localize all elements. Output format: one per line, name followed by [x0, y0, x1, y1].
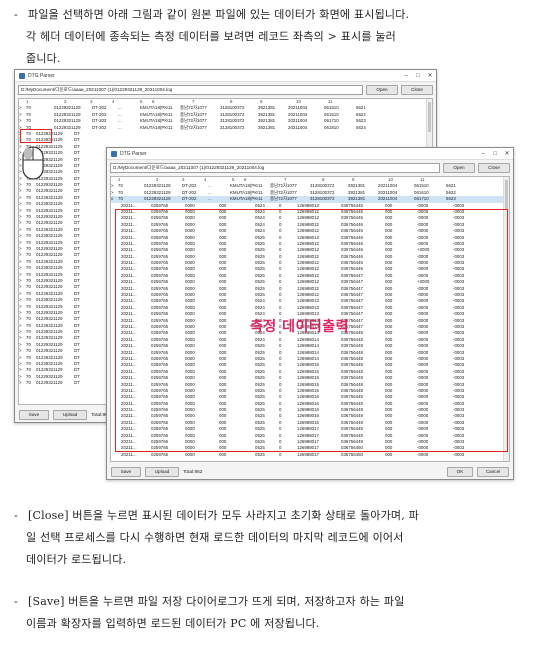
total-count: Total:862 — [183, 469, 203, 475]
table-cell: KMUTA18(PKCO... — [140, 124, 168, 130]
table-cell: 충남72자1077 — [180, 124, 207, 130]
scroll-thumb[interactable] — [428, 102, 431, 132]
path-bar: D:/MyDocument/다운로드/aaaa_20211007 (1)/012… — [107, 160, 513, 176]
minimize-icon[interactable]: – — [400, 73, 412, 79]
ok-button[interactable]: OK — [447, 467, 473, 477]
table-cell: 000 — [219, 451, 227, 457]
expand-toggle-icon[interactable]: v — [111, 196, 118, 202]
table-cell: ... — [118, 124, 122, 130]
minimize-icon[interactable]: – — [477, 151, 489, 157]
mouse-icon — [22, 146, 44, 180]
table-cell: 0259765 — [151, 451, 169, 457]
table-cell: DT — [74, 380, 80, 386]
paragraph-line: 파일을 선택하면 아래 그림과 같이 원본 파일에 있는 데이터가 화면에 표시… — [28, 8, 410, 21]
table-cell: 000 — [385, 451, 393, 457]
close-window-icon[interactable]: ✕ — [501, 150, 513, 157]
upload-button[interactable]: Upload — [145, 467, 179, 477]
table-cell: 70 — [26, 380, 31, 386]
open-button[interactable]: Open — [443, 163, 475, 173]
maximize-icon[interactable]: □ — [489, 151, 501, 157]
table-cell: 11 — [168, 124, 173, 130]
window-title: DTG Parser — [28, 72, 55, 79]
close-button[interactable]: Close — [478, 163, 510, 173]
bottom-bar: Save Upload Total:862 OK Cancel — [107, 465, 513, 479]
bullet-dash: - — [14, 8, 18, 21]
close-button[interactable]: Close — [401, 85, 433, 95]
table-cell: 20211... — [121, 451, 137, 457]
expand-row-marker — [20, 129, 52, 143]
table-cell: 061810 — [324, 124, 339, 130]
cancel-button[interactable]: Cancel — [477, 467, 509, 477]
table-cell: 0000 — [185, 451, 195, 457]
paragraph-line: 데이터가 로드됩니다. — [26, 553, 127, 566]
close-button-explanation: - [Close] 버튼을 누르면 표시된 데이터가 모두 사라지고 초기화 상태… — [14, 505, 519, 571]
table-cell: DT-202 — [92, 124, 107, 130]
paragraph-line: 이름과 확장자를 입력하면 로드된 데이터가 PC 에 저장됩니다. — [26, 617, 320, 630]
bullet-dash: - — [14, 509, 18, 522]
paragraph-line: [Save] 버튼을 누르면 파일 저장 다이어로그가 뜨게 되며, 저장하고자… — [28, 595, 405, 608]
save-button[interactable]: Save — [111, 467, 141, 477]
paragraph-line: [Close] 버튼을 누르면 표시된 데이터가 모두 사라지고 초기화 상태로… — [28, 509, 419, 522]
table-cell: 5624 — [356, 124, 366, 130]
upload-button[interactable]: Upload — [53, 410, 87, 420]
title-bar: DTG Parser – □ ✕ — [107, 148, 513, 160]
app-icon — [111, 150, 117, 157]
save-button-explanation: - [Save] 버튼을 누르면 파일 저장 다이어로그가 뜨게 되며, 저장하고… — [14, 591, 519, 635]
instruction-paragraph-top: - 파일을 선택하면 아래 그림과 같이 원본 파일에 있는 데이터가 화면에 표… — [14, 4, 519, 70]
expand-toggle-icon[interactable]: > — [19, 380, 26, 386]
app-icon — [19, 72, 25, 79]
table-cell: 01229321129 — [36, 380, 63, 386]
scroll-thumb[interactable] — [505, 180, 508, 210]
table-cell: 0 — [279, 451, 282, 457]
table-cell: 0525 — [255, 451, 265, 457]
maximize-icon[interactable]: □ — [412, 73, 424, 79]
table-cell: 126988017 — [297, 451, 319, 457]
bullet-dash: - — [14, 595, 18, 608]
paragraph-line: 각 헤더 데이터에 종속되는 측정 데이터를 보려면 레코드 좌측의 > 표시를… — [26, 30, 396, 43]
measurement-row[interactable]: 20211... 0259765 0000 000 0525 0 126988017 0367… — [121, 452, 509, 458]
path-bar: D:/MyDocument/다운로드/aaaa_20211007 (1)/012… — [15, 82, 436, 98]
file-path-field[interactable]: D:/MyDocument/다운로드/aaaa_20211007 (1)/012… — [110, 163, 440, 173]
table-cell: 3921381 — [258, 124, 276, 130]
save-button[interactable]: Save — [19, 410, 49, 420]
paragraph-line: 줍니다. — [26, 52, 61, 65]
title-bar: DTG Parser – □ ✕ — [15, 70, 436, 82]
table-cell: 20211004 — [288, 124, 308, 130]
file-path-field[interactable]: D:/MyDocument/다운로드/aaaa_20211007 (1)/012… — [18, 85, 363, 95]
paragraph-line: 일 선택 프로세스를 다시 수행하면 현재 로드한 데이터의 마지막 레코드에 … — [26, 531, 404, 544]
table-cell: -0000 — [417, 451, 429, 457]
table-cell: 036756450 — [341, 451, 363, 457]
window-title: DTG Parser — [120, 150, 147, 157]
table-cell: -0003 — [453, 451, 465, 457]
open-button[interactable]: Open — [366, 85, 398, 95]
close-window-icon[interactable]: ✕ — [424, 72, 436, 79]
table-cell: 3128100372 — [220, 124, 245, 130]
measurement-output-label: 측정 데이터출력 — [250, 319, 350, 335]
